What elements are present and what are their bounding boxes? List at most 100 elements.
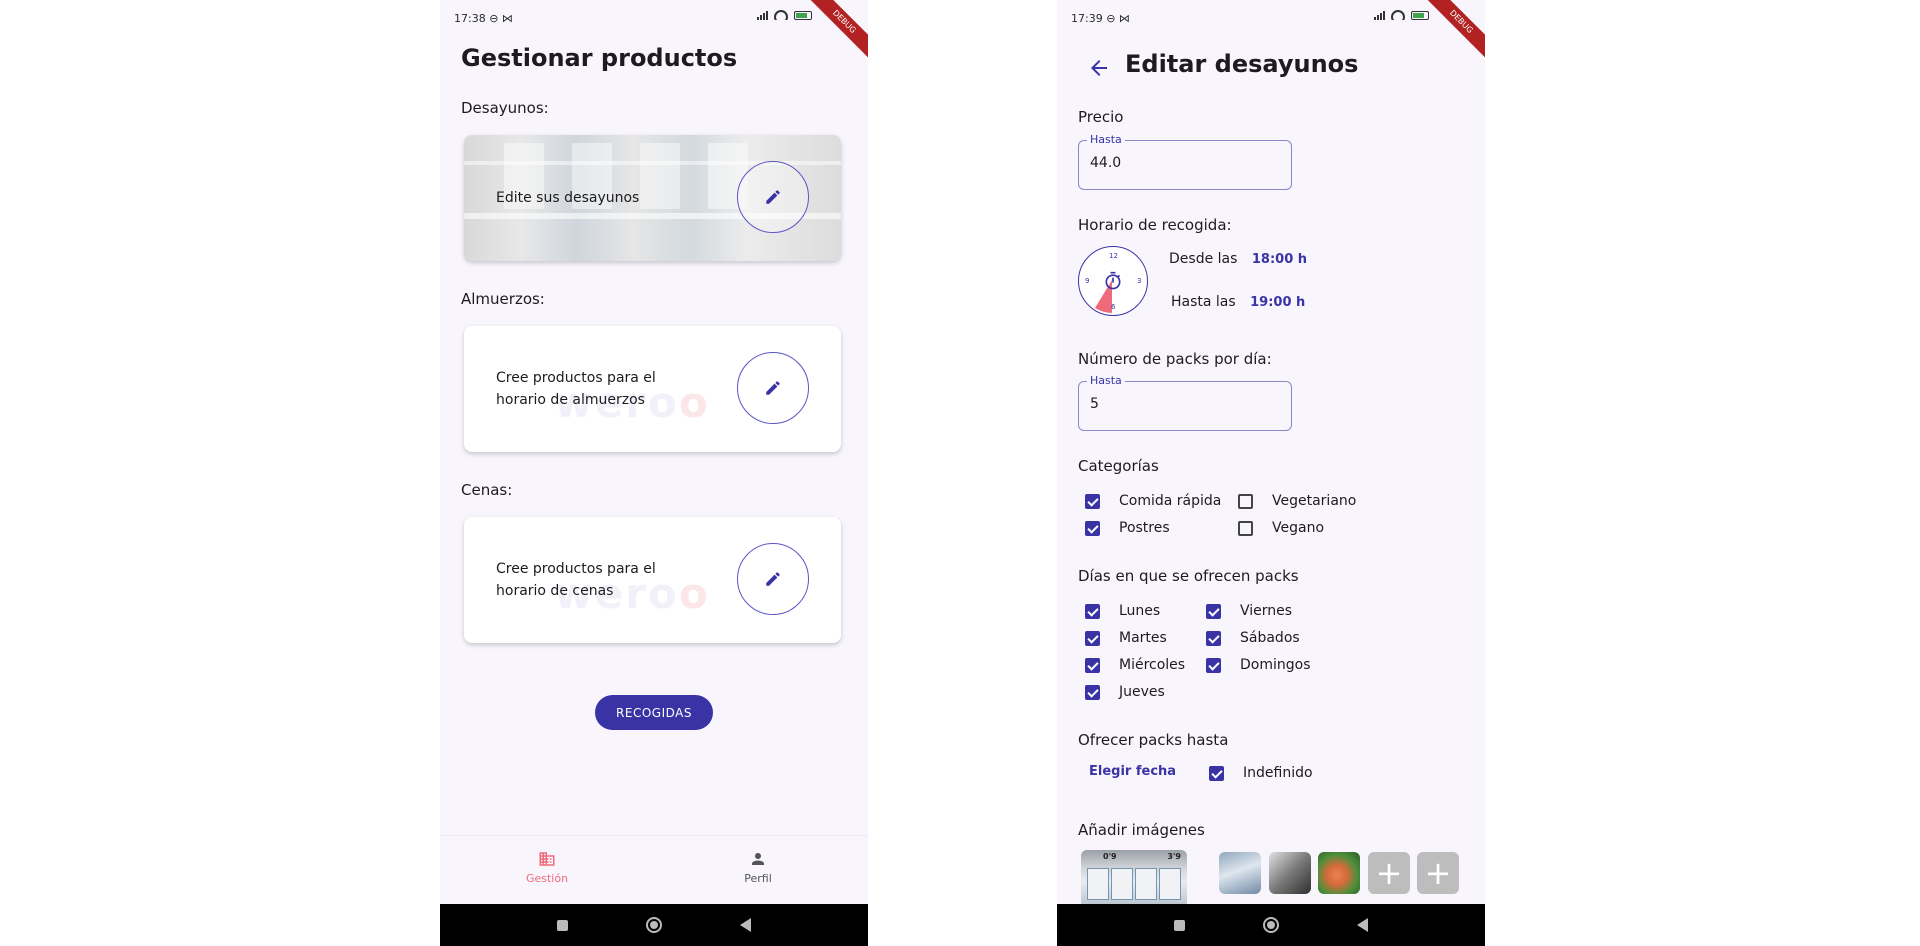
field-label: Hasta — [1087, 374, 1125, 387]
checkbox-label: Postres — [1119, 520, 1170, 536]
checkbox-vegetariano[interactable]: Vegetariano — [1238, 493, 1356, 509]
card-almuerzos: weroo Cree productos para el horario de … — [464, 326, 841, 452]
product-shape — [1111, 868, 1133, 900]
checkbox-domingos[interactable]: Domingos — [1206, 657, 1311, 673]
field-value[interactable]: 5 — [1090, 396, 1099, 412]
home-icon[interactable] — [1263, 917, 1279, 933]
debug-banner: DEBUG — [802, 0, 868, 64]
checkbox-box[interactable] — [1206, 603, 1221, 619]
recogidas-button[interactable]: RECOGIDAS — [595, 695, 713, 730]
nav-item-gestion[interactable]: Gestión — [487, 850, 607, 885]
card-cenas: weroo Cree productos para el horario de … — [464, 517, 841, 643]
checkbox-box[interactable] — [1238, 493, 1253, 509]
checkbox-martes[interactable]: Martes — [1085, 630, 1167, 646]
image-thumbnail[interactable] — [1219, 852, 1261, 894]
checkbox-box[interactable] — [1085, 630, 1100, 646]
price-tag: 0'9 — [1103, 852, 1117, 861]
checkbox-box[interactable] — [1085, 657, 1100, 673]
section-label-almuerzos: Almuerzos: — [461, 290, 545, 308]
checkbox-box[interactable] — [1206, 630, 1221, 646]
checkbox-postres[interactable]: Postres — [1085, 520, 1170, 536]
main-image-preview[interactable]: 0'9 3'9 — [1081, 850, 1187, 908]
checkbox-box[interactable] — [1085, 603, 1100, 619]
nav-label: Perfil — [744, 872, 772, 885]
back-arrow-icon[interactable] — [1087, 56, 1111, 80]
checkbox-label: Vegano — [1272, 520, 1325, 536]
checkbox-sabados[interactable]: Sábados — [1206, 630, 1300, 646]
status-time: 17:38 ⊖ ⋈ — [454, 12, 513, 25]
checkbox-viernes[interactable]: Viernes — [1206, 603, 1292, 619]
recents-icon[interactable] — [1174, 919, 1185, 931]
section-label-cenas: Cenas: — [461, 481, 513, 499]
recents-icon[interactable] — [557, 919, 568, 931]
checkbox-label: Indefinido — [1243, 765, 1313, 781]
card-text: Cree productos para el horario de almuer… — [496, 370, 656, 408]
system-icons — [757, 10, 812, 20]
pencil-icon — [766, 190, 780, 204]
back-triangle-icon[interactable] — [740, 918, 751, 932]
plus-icon: + — [1424, 854, 1452, 892]
page-title: Gestionar productos — [461, 44, 738, 72]
clock-number: 3 — [1137, 277, 1142, 285]
checkbox-vegano[interactable]: Vegano — [1238, 520, 1324, 536]
system-icons — [1374, 10, 1429, 20]
bottom-navigation: Gestión Perfil — [440, 835, 868, 904]
pencil-icon — [766, 381, 780, 395]
edit-almuerzos-button[interactable] — [737, 352, 809, 424]
checkbox-box[interactable] — [1085, 493, 1100, 509]
edit-cenas-button[interactable] — [737, 543, 809, 615]
timer-icon — [1105, 271, 1121, 290]
gestionar-productos-screen: 17:38 ⊖ ⋈ DEBUG Gestionar productos Desa… — [440, 0, 868, 946]
checkbox-label: Domingos — [1240, 657, 1311, 673]
clock-number: 12 — [1109, 252, 1118, 260]
checkbox-box[interactable] — [1238, 520, 1253, 536]
add-image-button[interactable]: + — [1417, 852, 1459, 894]
checkbox-label: Sábados — [1240, 630, 1300, 646]
checkbox-comida-rapida[interactable]: Comida rápida — [1085, 493, 1221, 509]
person-icon — [752, 853, 764, 865]
product-shape — [1159, 868, 1181, 900]
image-thumbnail[interactable] — [1269, 852, 1311, 894]
checkbox-indefinido[interactable]: Indefinido — [1209, 765, 1313, 781]
checkbox-label: Vegetariano — [1272, 493, 1357, 509]
precio-label: Precio — [1078, 108, 1124, 126]
precio-field[interactable]: Hasta 44.0 — [1078, 133, 1292, 190]
battery-icon — [794, 11, 812, 20]
checkbox-miercoles[interactable]: Miércoles — [1085, 657, 1185, 673]
nav-item-perfil[interactable]: Perfil — [698, 850, 818, 885]
add-image-button[interactable]: + — [1368, 852, 1410, 894]
packs-field[interactable]: Hasta 5 — [1078, 374, 1292, 431]
categorias-label: Categorías — [1078, 457, 1159, 475]
checkbox-label: Viernes — [1240, 603, 1293, 619]
elegir-fecha-button[interactable]: Elegir fecha — [1089, 764, 1176, 779]
packs-label: Número de packs por día: — [1078, 350, 1272, 368]
checkbox-box[interactable] — [1085, 520, 1100, 536]
clock-picker[interactable]: 12 3 6 9 — [1078, 246, 1148, 316]
ofrecer-label: Ofrecer packs hasta — [1078, 731, 1229, 749]
nav-label: Gestión — [525, 872, 569, 885]
checkbox-label: Martes — [1119, 630, 1167, 646]
hasta-time[interactable]: 19:00 h — [1250, 295, 1305, 310]
field-label: Hasta — [1087, 133, 1125, 146]
image-thumbnail[interactable] — [1318, 852, 1360, 894]
back-triangle-icon[interactable] — [1357, 918, 1368, 932]
checkbox-box[interactable] — [1209, 765, 1224, 781]
desde-label: Desde las — [1169, 251, 1238, 267]
checkbox-jueves[interactable]: Jueves — [1085, 684, 1165, 700]
product-shape — [1087, 868, 1109, 900]
field-value[interactable]: 44.0 — [1090, 155, 1121, 171]
clock-number: 6 — [1111, 303, 1116, 311]
signal-icon — [1374, 10, 1385, 20]
checkbox-box[interactable] — [1085, 684, 1100, 700]
desde-time[interactable]: 18:00 h — [1252, 252, 1307, 267]
card-text: Edite sus desayunos — [496, 190, 640, 206]
home-icon[interactable] — [646, 917, 662, 933]
signal-icon — [757, 10, 768, 20]
edit-desayunos-button[interactable] — [737, 161, 809, 233]
checkbox-box[interactable] — [1206, 657, 1221, 673]
editar-desayunos-screen: 17:39 ⊖ ⋈ DEBUG Editar desayunos Precio … — [1057, 0, 1485, 946]
checkbox-lunes[interactable]: Lunes — [1085, 603, 1160, 619]
card-text: Cree productos para el horario de cenas — [496, 561, 656, 599]
hasta-label: Hasta las — [1171, 294, 1236, 310]
checkbox-label: Jueves — [1119, 684, 1165, 700]
